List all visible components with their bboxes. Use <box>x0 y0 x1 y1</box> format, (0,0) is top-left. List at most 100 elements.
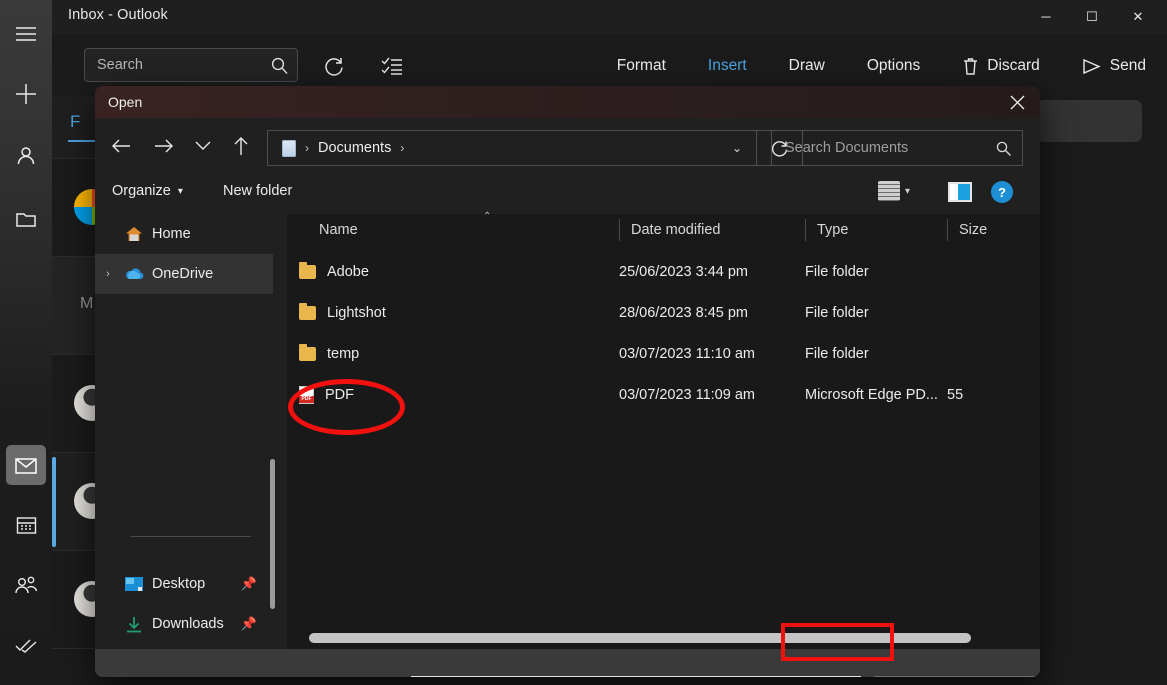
date-modified-cell: 25/06/2023 3:44 pm <box>619 263 748 280</box>
chevron-down-icon: ▾ <box>177 185 183 197</box>
open-file-dialog: Open › Documents › ⌄ Search Documents Or… <box>95 86 1040 677</box>
outlook-nav-rail <box>0 0 52 685</box>
sidebar-item-label: Desktop <box>152 576 206 592</box>
person-icon[interactable] <box>6 136 46 176</box>
dialog-command-bar: Organize ▾ New folder ▾ ? <box>95 174 1040 214</box>
date-modified-cell: 03/07/2023 11:10 am <box>619 345 755 362</box>
sidebar-item-onedrive[interactable]: › OneDrive <box>95 254 273 294</box>
file-type-filter-dropdown[interactable]: All files ⌄ <box>874 676 1040 677</box>
sort-ascending-icon: ⌃ <box>483 211 492 222</box>
annotation-ellipse-pdf <box>288 379 405 435</box>
onedrive-cloud-icon <box>121 267 147 281</box>
outlook-title-bar <box>52 0 1167 34</box>
preview-pane-icon[interactable] <box>948 182 972 202</box>
column-header-date-modified[interactable]: Date modified <box>619 214 805 246</box>
size-cell: 55 <box>947 386 964 403</box>
back-arrow-icon[interactable] <box>105 130 137 162</box>
refresh-icon[interactable] <box>320 52 348 80</box>
up-arrow-icon[interactable] <box>225 130 257 162</box>
view-mode-button[interactable]: ▾ <box>878 181 910 201</box>
column-header-size[interactable]: Size <box>947 214 1040 246</box>
file-name-input[interactable]: ⌄ <box>411 676 861 677</box>
chevron-down-icon[interactable] <box>187 130 219 162</box>
dialog-title-bar <box>95 86 1040 118</box>
type-cell: File folder <box>805 345 869 362</box>
table-row[interactable]: Lightshot 28/06/2023 8:45 pm File folder <box>287 292 1040 333</box>
column-header-name[interactable]: Name ⌃ <box>307 211 619 246</box>
file-list-header: Name ⌃ Date modified Type Size <box>287 211 1040 246</box>
folder-icon <box>299 302 316 320</box>
dialog-nav-row: › Documents › ⌄ Search Documents <box>95 118 1040 174</box>
search-input[interactable]: Search Documents <box>771 130 1023 166</box>
breadcrumb-separator-2[interactable]: › <box>391 141 413 155</box>
help-icon[interactable]: ? <box>991 181 1013 203</box>
column-header-type[interactable]: Type <box>805 214 947 246</box>
outlook-focused-tab[interactable]: F <box>70 112 80 132</box>
folder-icon <box>299 261 316 279</box>
dialog-nav-pane: Home › OneDrive Desktop 📌 Downloads 📌 <box>95 214 286 673</box>
hamburger-menu-icon[interactable] <box>6 14 46 54</box>
sidebar-item-people[interactable] <box>6 565 46 605</box>
date-modified-cell: 03/07/2023 11:09 am <box>619 386 755 403</box>
table-row[interactable]: Adobe 25/06/2023 3:44 pm File folder <box>287 251 1040 292</box>
maximize-button[interactable]: ☐ <box>1069 0 1115 33</box>
search-placeholder: Search Documents <box>785 140 909 156</box>
tab-draw[interactable]: Draw <box>768 57 846 75</box>
trash-icon <box>962 57 979 76</box>
annotation-rect-open-button <box>781 623 894 661</box>
send-icon <box>1082 58 1102 75</box>
sidebar-item-home[interactable]: Home <box>95 214 273 254</box>
close-button[interactable]: ✕ <box>1115 0 1161 33</box>
sidebar-item-mail[interactable] <box>6 445 46 485</box>
dialog-title: Open <box>108 94 143 110</box>
send-button[interactable]: Send <box>1061 57 1167 75</box>
forward-arrow-icon[interactable] <box>148 130 180 162</box>
nav-pane-scrollbar[interactable] <box>270 459 275 609</box>
chevron-down-icon[interactable]: ⌄ <box>718 141 756 155</box>
folder-icon[interactable] <box>6 198 46 238</box>
documents-folder-icon <box>282 139 296 157</box>
file-name-cell: Lightshot <box>299 292 386 333</box>
chevron-down-icon: ▾ <box>905 185 911 197</box>
list-item-label: M <box>80 295 94 312</box>
type-cell: File folder <box>805 304 869 321</box>
new-folder-button[interactable]: New folder <box>223 183 292 199</box>
discard-button[interactable]: Discard <box>941 57 1061 76</box>
new-item-icon[interactable] <box>6 74 46 114</box>
window-title: Inbox - Outlook <box>68 7 168 23</box>
date-modified-cell: 28/06/2023 8:45 pm <box>619 304 748 321</box>
search-icon[interactable] <box>995 140 1012 157</box>
compose-field-box[interactable] <box>1037 100 1142 142</box>
sidebar-item-downloads[interactable]: Downloads 📌 <box>95 604 273 644</box>
tab-insert[interactable]: Insert <box>687 57 768 75</box>
home-icon <box>121 226 147 242</box>
pin-icon[interactable]: 📌 <box>241 616 257 632</box>
sidebar-item-label: Home <box>152 226 191 242</box>
table-row[interactable]: temp 03/07/2023 11:10 am File folder <box>287 333 1040 374</box>
breadcrumb-separator: › <box>305 141 309 155</box>
chevron-right-icon[interactable]: › <box>95 268 121 280</box>
sidebar-item-calendar[interactable] <box>6 505 46 545</box>
horizontal-scrollbar[interactable] <box>287 625 1040 649</box>
search-placeholder: Search <box>97 57 143 73</box>
folder-icon <box>299 343 316 361</box>
minimize-button[interactable]: ─ <box>1023 0 1069 33</box>
breadcrumb[interactable]: Documents <box>318 140 391 156</box>
address-bar[interactable]: › Documents › ⌄ <box>267 130 757 166</box>
desktop-icon <box>121 576 147 592</box>
downloads-icon <box>121 616 147 633</box>
file-name-cell: temp <box>299 333 359 374</box>
search-icon[interactable] <box>270 56 289 75</box>
divider <box>131 536 251 537</box>
sidebar-item-desktop[interactable]: Desktop 📌 <box>95 564 273 604</box>
organize-button[interactable]: Organize ▾ <box>112 183 183 199</box>
search-input[interactable]: Search <box>84 48 298 82</box>
file-name-cell: Adobe <box>299 251 369 292</box>
pin-icon[interactable]: 📌 <box>241 576 257 592</box>
tab-format[interactable]: Format <box>596 57 687 75</box>
tab-options[interactable]: Options <box>846 57 941 75</box>
type-cell: Microsoft Edge PD... <box>805 386 938 403</box>
task-list-icon[interactable] <box>378 52 406 80</box>
sidebar-item-todo[interactable] <box>6 625 46 665</box>
close-icon[interactable] <box>994 86 1040 118</box>
